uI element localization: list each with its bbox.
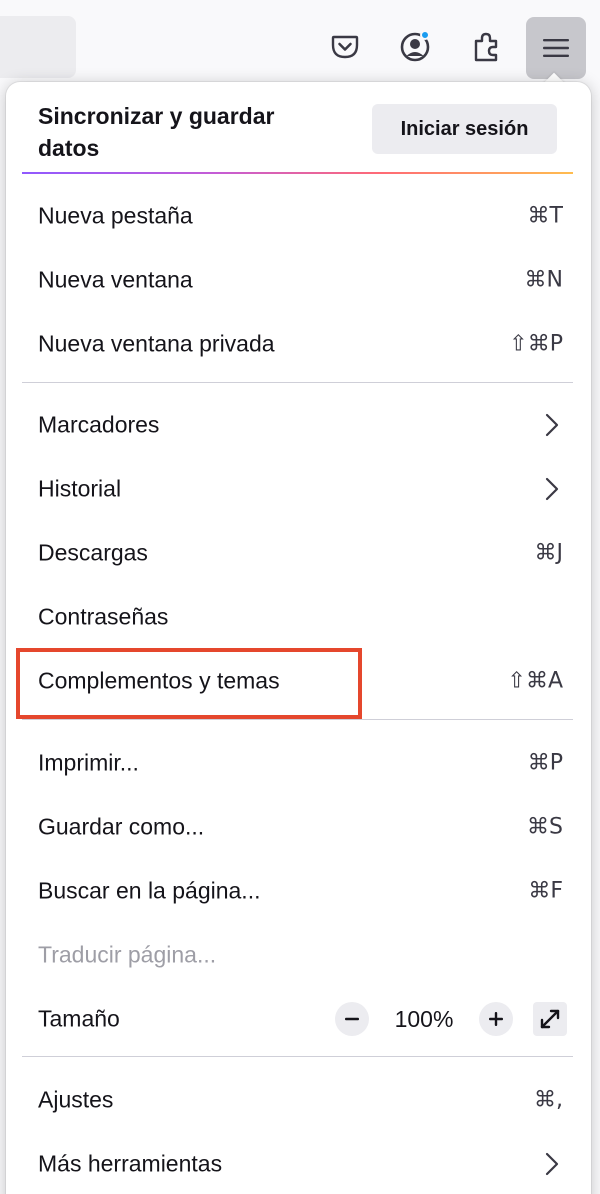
app-menu-button[interactable]: [526, 17, 586, 79]
menu-item-shortcut: ⌘T: [527, 203, 563, 229]
menu-item-label: Nueva ventana privada: [38, 330, 275, 357]
menu-item-zoom: Tamaño 100%: [14, 989, 583, 1049]
menu-item-label: Ajustes: [38, 1086, 114, 1113]
sync-gradient-divider: [22, 172, 573, 174]
menu-item-settings[interactable]: Ajustes ⌘,: [14, 1070, 583, 1130]
menu-item-label: Imprimir...: [38, 749, 139, 776]
menu-item-shortcut: ⌘,: [534, 1087, 563, 1113]
menu-item-label: Guardar como...: [38, 813, 205, 840]
minus-icon: [345, 1017, 359, 1021]
menu-item-translate-page: Traducir página...: [14, 925, 583, 985]
account-button[interactable]: [390, 22, 440, 72]
menu-separator: [22, 719, 573, 720]
menu-item-label: Descargas: [38, 539, 148, 566]
hamburger-menu-icon: [543, 38, 569, 58]
zoom-out-button[interactable]: [335, 1002, 369, 1036]
fullscreen-button[interactable]: [533, 1002, 567, 1036]
menu-item-shortcut: ⌘N: [524, 267, 563, 293]
menu-item-shortcut: ⇧⌘P: [509, 331, 563, 357]
menu-item-label: Más herramientas: [38, 1150, 223, 1177]
menu-item-label: Nueva ventana: [38, 266, 193, 293]
menu-item-new-tab[interactable]: Nueva pestaña ⌘T: [14, 186, 583, 246]
menu-item-label: Tamaño: [38, 1005, 120, 1032]
chevron-right-icon: [545, 413, 559, 437]
highlight-annotation-box: [16, 648, 362, 719]
menu-item-shortcut: ⌘J: [534, 540, 564, 566]
pocket-button[interactable]: [320, 22, 370, 72]
app-menu-panel: Sincronizar y guardar datos Iniciar sesi…: [6, 82, 591, 1194]
menu-item-downloads[interactable]: Descargas ⌘J: [14, 523, 583, 583]
menu-item-label: Buscar en la página...: [38, 877, 261, 904]
sign-in-button[interactable]: Iniciar sesión: [372, 104, 557, 154]
menu-item-shortcut: ⌘S: [527, 814, 563, 840]
zoom-controls: 100%: [335, 999, 567, 1039]
menu-item-shortcut: ⇧⌘A: [507, 668, 563, 694]
notification-badge: [420, 30, 430, 40]
menu-item-passwords[interactable]: Contraseñas: [14, 587, 583, 647]
menu-item-new-private-window[interactable]: Nueva ventana privada ⇧⌘P: [14, 314, 583, 374]
fullscreen-icon: [540, 1009, 560, 1029]
url-bar[interactable]: [0, 16, 76, 78]
zoom-in-button[interactable]: [479, 1002, 513, 1036]
menu-separator: [22, 1056, 573, 1057]
menu-item-find-in-page[interactable]: Buscar en la página... ⌘F: [14, 861, 583, 921]
menu-item-label: Nueva pestaña: [38, 202, 193, 229]
menu-separator: [22, 382, 573, 383]
menu-item-more-tools[interactable]: Más herramientas: [14, 1134, 583, 1194]
menu-item-save-as[interactable]: Guardar como... ⌘S: [14, 797, 583, 857]
sync-title: Sincronizar y guardar datos: [38, 103, 275, 161]
menu-item-label: Traducir página...: [38, 941, 217, 968]
menu-item-shortcut: ⌘P: [527, 750, 563, 776]
menu-item-bookmarks[interactable]: Marcadores: [14, 395, 583, 455]
menu-item-shortcut: ⌘F: [528, 878, 563, 904]
menu-item-label: Historial: [38, 475, 122, 502]
pocket-icon: [331, 34, 359, 60]
menu-item-history[interactable]: Historial: [14, 459, 583, 519]
menu-item-new-window[interactable]: Nueva ventana ⌘N: [14, 250, 583, 310]
sync-header: Sincronizar y guardar datos Iniciar sesi…: [6, 82, 591, 178]
extensions-icon: [472, 31, 502, 63]
chevron-right-icon: [545, 477, 559, 501]
chevron-right-icon: [545, 1152, 559, 1176]
menu-item-label: Contraseñas: [38, 603, 169, 630]
menu-item-print[interactable]: Imprimir... ⌘P: [14, 733, 583, 793]
plus-icon: [489, 1012, 503, 1026]
browser-toolbar: [0, 0, 600, 92]
zoom-level[interactable]: 100%: [369, 1006, 479, 1033]
extensions-button[interactable]: [462, 22, 512, 72]
menu-item-label: Marcadores: [38, 411, 160, 438]
